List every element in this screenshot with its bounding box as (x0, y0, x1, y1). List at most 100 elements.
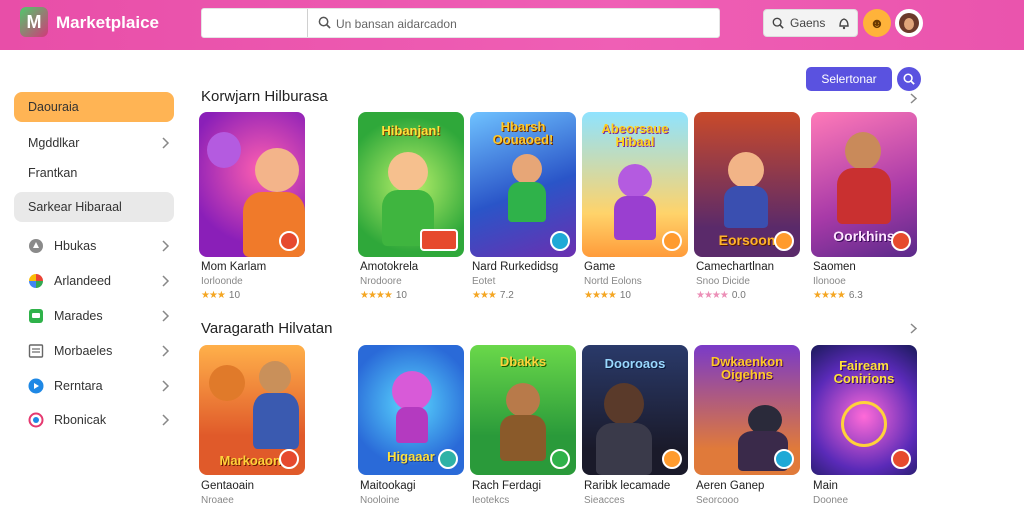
rating-value: 10 (619, 290, 631, 301)
search-input[interactable] (336, 14, 706, 34)
star-rating: ★★★ (201, 290, 226, 301)
character-head (388, 152, 428, 192)
star-rating: ★★★★ (696, 290, 729, 301)
game-banner: Dbakks (499, 354, 547, 369)
games-button[interactable]: Gaens (763, 9, 858, 37)
sidebar-item-label: Morbaeles (54, 344, 113, 358)
chest-icon (420, 229, 458, 251)
game-title: Raribk lecamade (584, 480, 671, 492)
sidebar-item-hbukas[interactable]: Hbukas (14, 231, 174, 261)
avatar[interactable] (895, 9, 923, 37)
game-title: Nard Rurkedidsg (472, 261, 559, 273)
chevron-right-icon[interactable] (909, 92, 918, 105)
search-bar[interactable] (201, 8, 720, 38)
chevron-right-icon (162, 137, 170, 149)
game-thumbnail[interactable]: Hbarsh Oouaoed! (470, 112, 576, 257)
game-thumbnail[interactable]: Dwkaenkon Oigehns (694, 345, 800, 475)
game-thumbnail[interactable]: Dbakks (470, 345, 576, 475)
sidebar-item-sarkear-hibaraal[interactable]: Sarkear Hibaraal (14, 192, 174, 222)
section-title: Korwjarn Hilburasa (201, 88, 328, 105)
game-rating: ★★★★ 10 (584, 290, 631, 301)
star-rating: ★★★★ (813, 290, 846, 301)
sidebar-item-marades[interactable]: Marades (14, 301, 174, 331)
search-icon (903, 73, 915, 85)
sidebar-item-rbonicak[interactable]: Rbonicak (14, 405, 174, 435)
character-head (209, 365, 245, 401)
game-title: Rach Ferdagi (472, 480, 542, 492)
game-rating: ★★★ 7.2 (472, 290, 514, 301)
game-banner: Dwkaenkon Oigehns (710, 354, 784, 382)
character-head (207, 132, 241, 168)
sidebar-item-morbaeles[interactable]: Morbaeles (14, 336, 174, 366)
document-icon (28, 344, 44, 358)
pinwheel-icon (29, 274, 43, 288)
sidebar: Daouraia Mgddlkar Frantkan Sarkear Hibar… (0, 50, 185, 512)
sidebar-item-label: Rerntara (54, 379, 103, 393)
game-thumbnail[interactable]: Dooroaos (582, 345, 688, 475)
app-logo[interactable]: M (20, 7, 48, 37)
sidebar-item-arlandeed[interactable]: Arlandeed (14, 266, 174, 296)
game-title: Gentaoain (201, 480, 255, 492)
game-thumbnail[interactable]: Abeorsaue Hibaal (582, 112, 688, 257)
game-title: Game (584, 261, 616, 273)
brand-name[interactable]: Marketplaice (56, 13, 159, 33)
game-developer: Seorcooo (696, 495, 739, 506)
badge-icon (550, 449, 570, 469)
sidebar-item-daouraia[interactable]: Daouraia (14, 92, 174, 122)
game-developer: Sieacces (584, 495, 625, 506)
game-thumbnail[interactable]: Hibanjan! (358, 112, 464, 257)
game-title: Mom Karlam (201, 261, 267, 273)
game-banner: Dooroaos (604, 356, 666, 371)
badge-icon (662, 449, 682, 469)
character-head (845, 132, 881, 170)
game-banner: Faiream Conirions (833, 358, 895, 386)
game-thumbnail[interactable] (199, 112, 305, 257)
top-bar: M Marketplaice Gaens ☻ (0, 0, 1024, 50)
game-title: Amotokrela (360, 261, 419, 273)
game-thumbnail[interactable]: Eorsoon (694, 112, 800, 257)
game-developer: Ieotekcs (472, 495, 510, 506)
notification-icon[interactable] (837, 16, 851, 30)
game-rating: ★★★★ 0.0 (696, 290, 746, 301)
compass-icon (28, 412, 44, 428)
chevron-right-icon (162, 414, 170, 426)
star-rating: ★★★★ (584, 290, 617, 301)
smile-icon: ☻ (869, 15, 885, 31)
game-developer: Snoo Dicide (696, 276, 750, 287)
game-thumbnail[interactable]: Markoaoni (199, 345, 305, 475)
game-thumbnail[interactable]: Oorkhins (811, 112, 917, 257)
emoji-button[interactable]: ☻ (863, 9, 891, 37)
sidebar-item-label: Mgddlkar (28, 136, 80, 150)
game-title: Main (813, 480, 838, 492)
game-developer: Nrodoore (360, 276, 402, 287)
chevron-right-icon (162, 275, 170, 287)
chevron-right-icon (162, 345, 170, 357)
play-icon (28, 378, 44, 394)
badge-icon (891, 449, 911, 469)
badge-icon (279, 231, 299, 251)
chat-icon (29, 309, 43, 323)
search-divider (307, 9, 308, 37)
sidebar-item-label: Daouraia (28, 100, 79, 114)
chevron-right-icon (162, 240, 170, 252)
sidebar-item-rerntara[interactable]: Rerntara (14, 371, 174, 401)
sidebar-item-frantkan[interactable]: Frantkan (14, 158, 174, 188)
game-developer: Nroaee (201, 495, 234, 506)
section-title: Varagarath Hilvatan (201, 320, 333, 337)
game-thumbnail[interactable]: Faiream Conirions (811, 345, 917, 475)
game-rating: ★★★★ 10 (360, 290, 407, 301)
character-body (724, 186, 768, 228)
character-head (728, 152, 764, 188)
character-head (259, 361, 291, 393)
sidebar-item-label: Rbonicak (54, 413, 107, 427)
primary-action-button[interactable]: Selertonar (806, 67, 892, 91)
chevron-right-icon[interactable] (909, 322, 918, 335)
game-banner: Hbarsh Oouaoed! (492, 119, 554, 147)
game-rating: ★★★ 10 (201, 290, 240, 301)
sidebar-item-label: Hbukas (54, 239, 97, 253)
search-round-button[interactable] (897, 67, 921, 91)
search-icon[interactable] (318, 16, 331, 29)
games-label: Gaens (790, 16, 826, 30)
game-thumbnail[interactable]: Higaaar (358, 345, 464, 475)
sidebar-item-mgddlkar[interactable]: Mgddlkar (14, 128, 174, 158)
